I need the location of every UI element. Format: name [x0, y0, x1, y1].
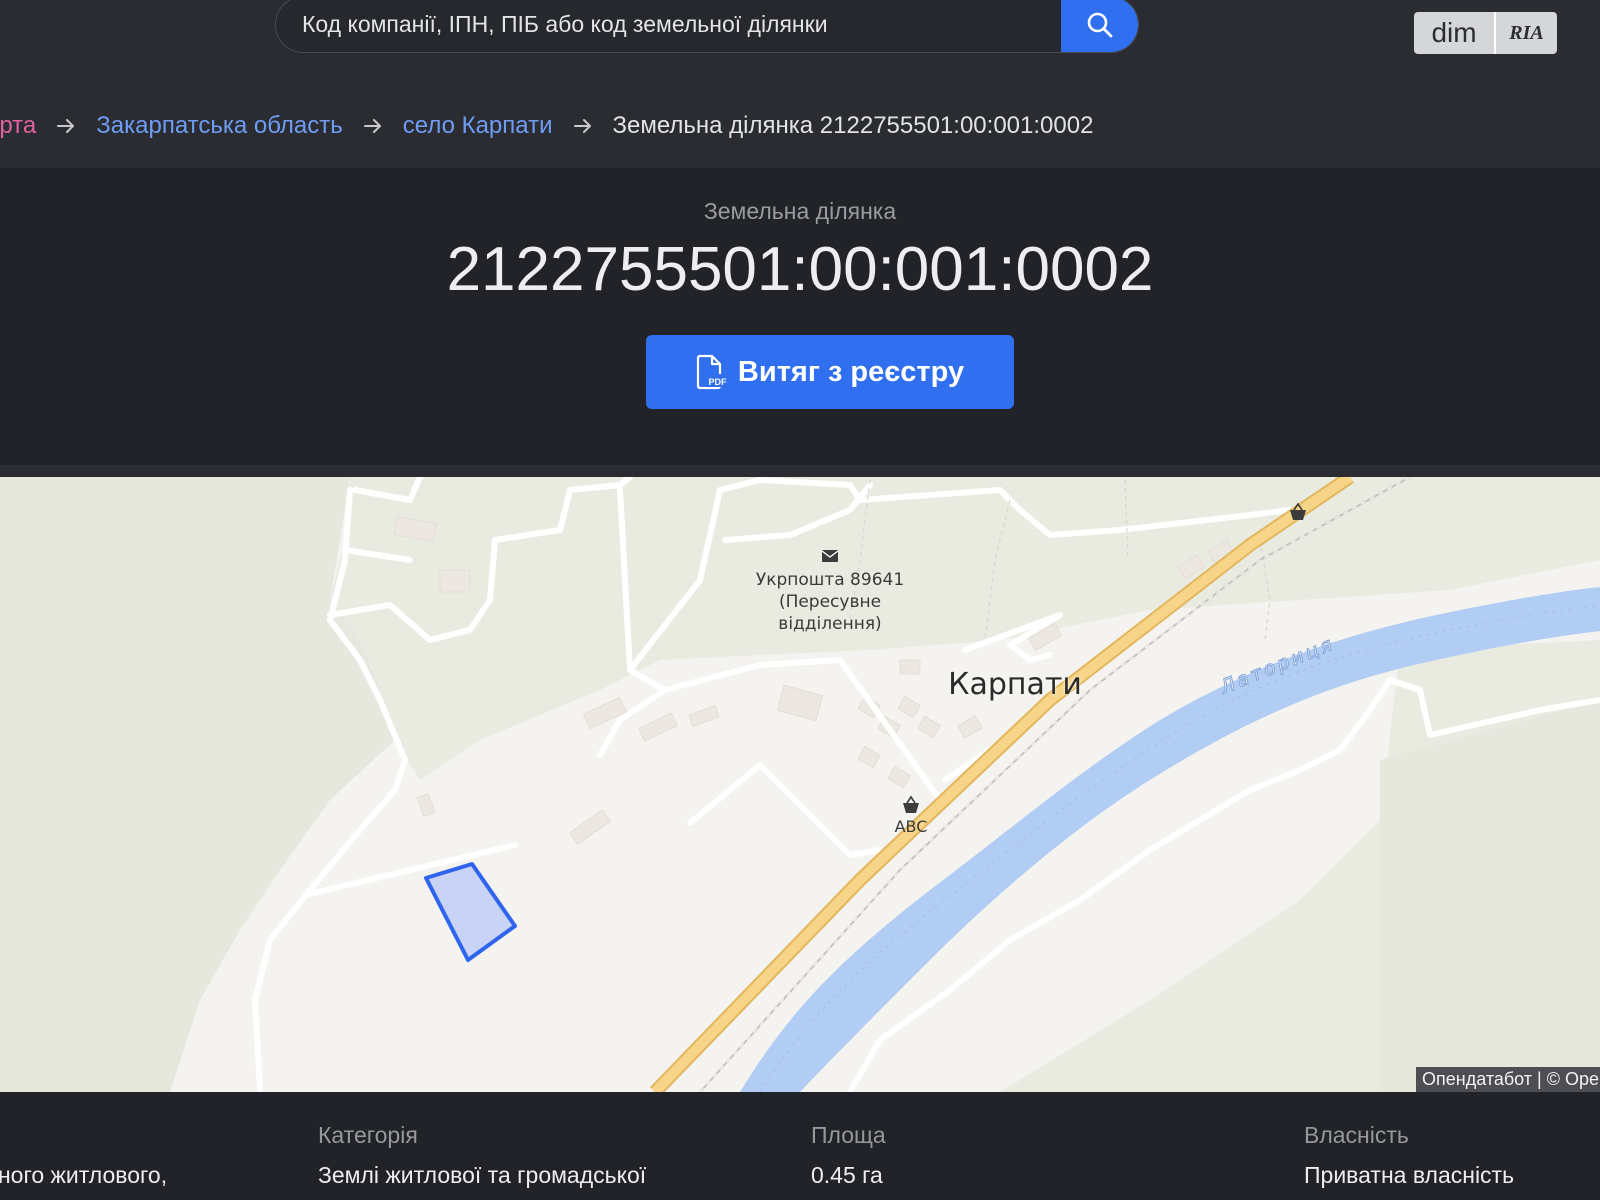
arrow-right-icon [573, 118, 593, 134]
post-office-label: Укрпошта 89641 (Пересувне відділення) [755, 570, 905, 634]
parcel-info: ьного житлового, Категорія Землі житлово… [0, 1092, 1600, 1200]
logo-ria-text: RIA [1509, 22, 1544, 44]
info-ownership: Власність Приватна власність [1304, 1122, 1514, 1189]
registry-extract-button[interactable]: PDF Витяг з реєстру [646, 335, 1014, 409]
village-label: Карпати [948, 667, 1082, 702]
shopping-basket-icon [903, 795, 919, 813]
breadcrumb: арта Закарпатська область село Карпати З… [0, 108, 1093, 144]
info-area-label: Площа [811, 1122, 886, 1148]
search-button[interactable] [1061, 0, 1138, 52]
breadcrumb-current: Земельна ділянка 2122755501:00:001:0002 [612, 112, 1094, 139]
parcel-hero: Земельна ділянка 2122755501:00:001:0002 … [0, 168, 1600, 465]
map-attribution[interactable]: Опендатабот | © Ope [1416, 1067, 1600, 1092]
dim-ria-logo[interactable]: dim RIA [1414, 12, 1557, 54]
site-header: dim RIA арта Закарпатська область село К… [0, 0, 1600, 168]
info-category-value: Землі житлової та громадської [318, 1162, 647, 1188]
land-parcel-polygon[interactable] [424, 862, 517, 962]
search-icon [1087, 12, 1112, 37]
svg-text:PDF: PDF [708, 377, 727, 387]
info-purpose-value: ьного житлового, [0, 1162, 168, 1188]
search-input[interactable] [276, 0, 1066, 52]
breadcrumb-map-link[interactable]: арта [0, 112, 36, 140]
breadcrumb-village-link[interactable]: село Карпати [403, 112, 553, 140]
logo-dim-text: dim [1414, 12, 1496, 54]
info-purpose-label [0, 1122, 167, 1156]
registry-extract-label: Витяг з реєстру [737, 355, 965, 388]
info-purpose: ьного житлового, [0, 1122, 167, 1189]
info-ownership-label: Власність [1304, 1122, 1409, 1148]
arrow-right-icon [56, 118, 76, 134]
arrow-right-icon [363, 118, 383, 134]
info-area: Площа 0.45 га [811, 1122, 886, 1189]
search-bar [275, 0, 1139, 53]
mail-icon [821, 550, 839, 562]
pdf-file-icon: PDF [696, 354, 729, 390]
breadcrumb-region-link[interactable]: Закарпатська область [96, 112, 343, 140]
shop-label: ABC [894, 817, 928, 836]
page-subtitle: Земельна ділянка [703, 198, 897, 224]
divider [0, 465, 1600, 477]
info-ownership-value: Приватна власність [1304, 1162, 1515, 1188]
info-area-value: 0.45 га [811, 1162, 883, 1188]
page-title: 2122755501:00:001:0002 [446, 235, 1154, 304]
info-category: Категорія Землі житлової та громадської [318, 1122, 646, 1189]
info-category-label: Категорія [318, 1122, 418, 1148]
parcel-map[interactable]: Латориця Укрпошта 89641 (Пересувне відді… [0, 477, 1600, 1092]
